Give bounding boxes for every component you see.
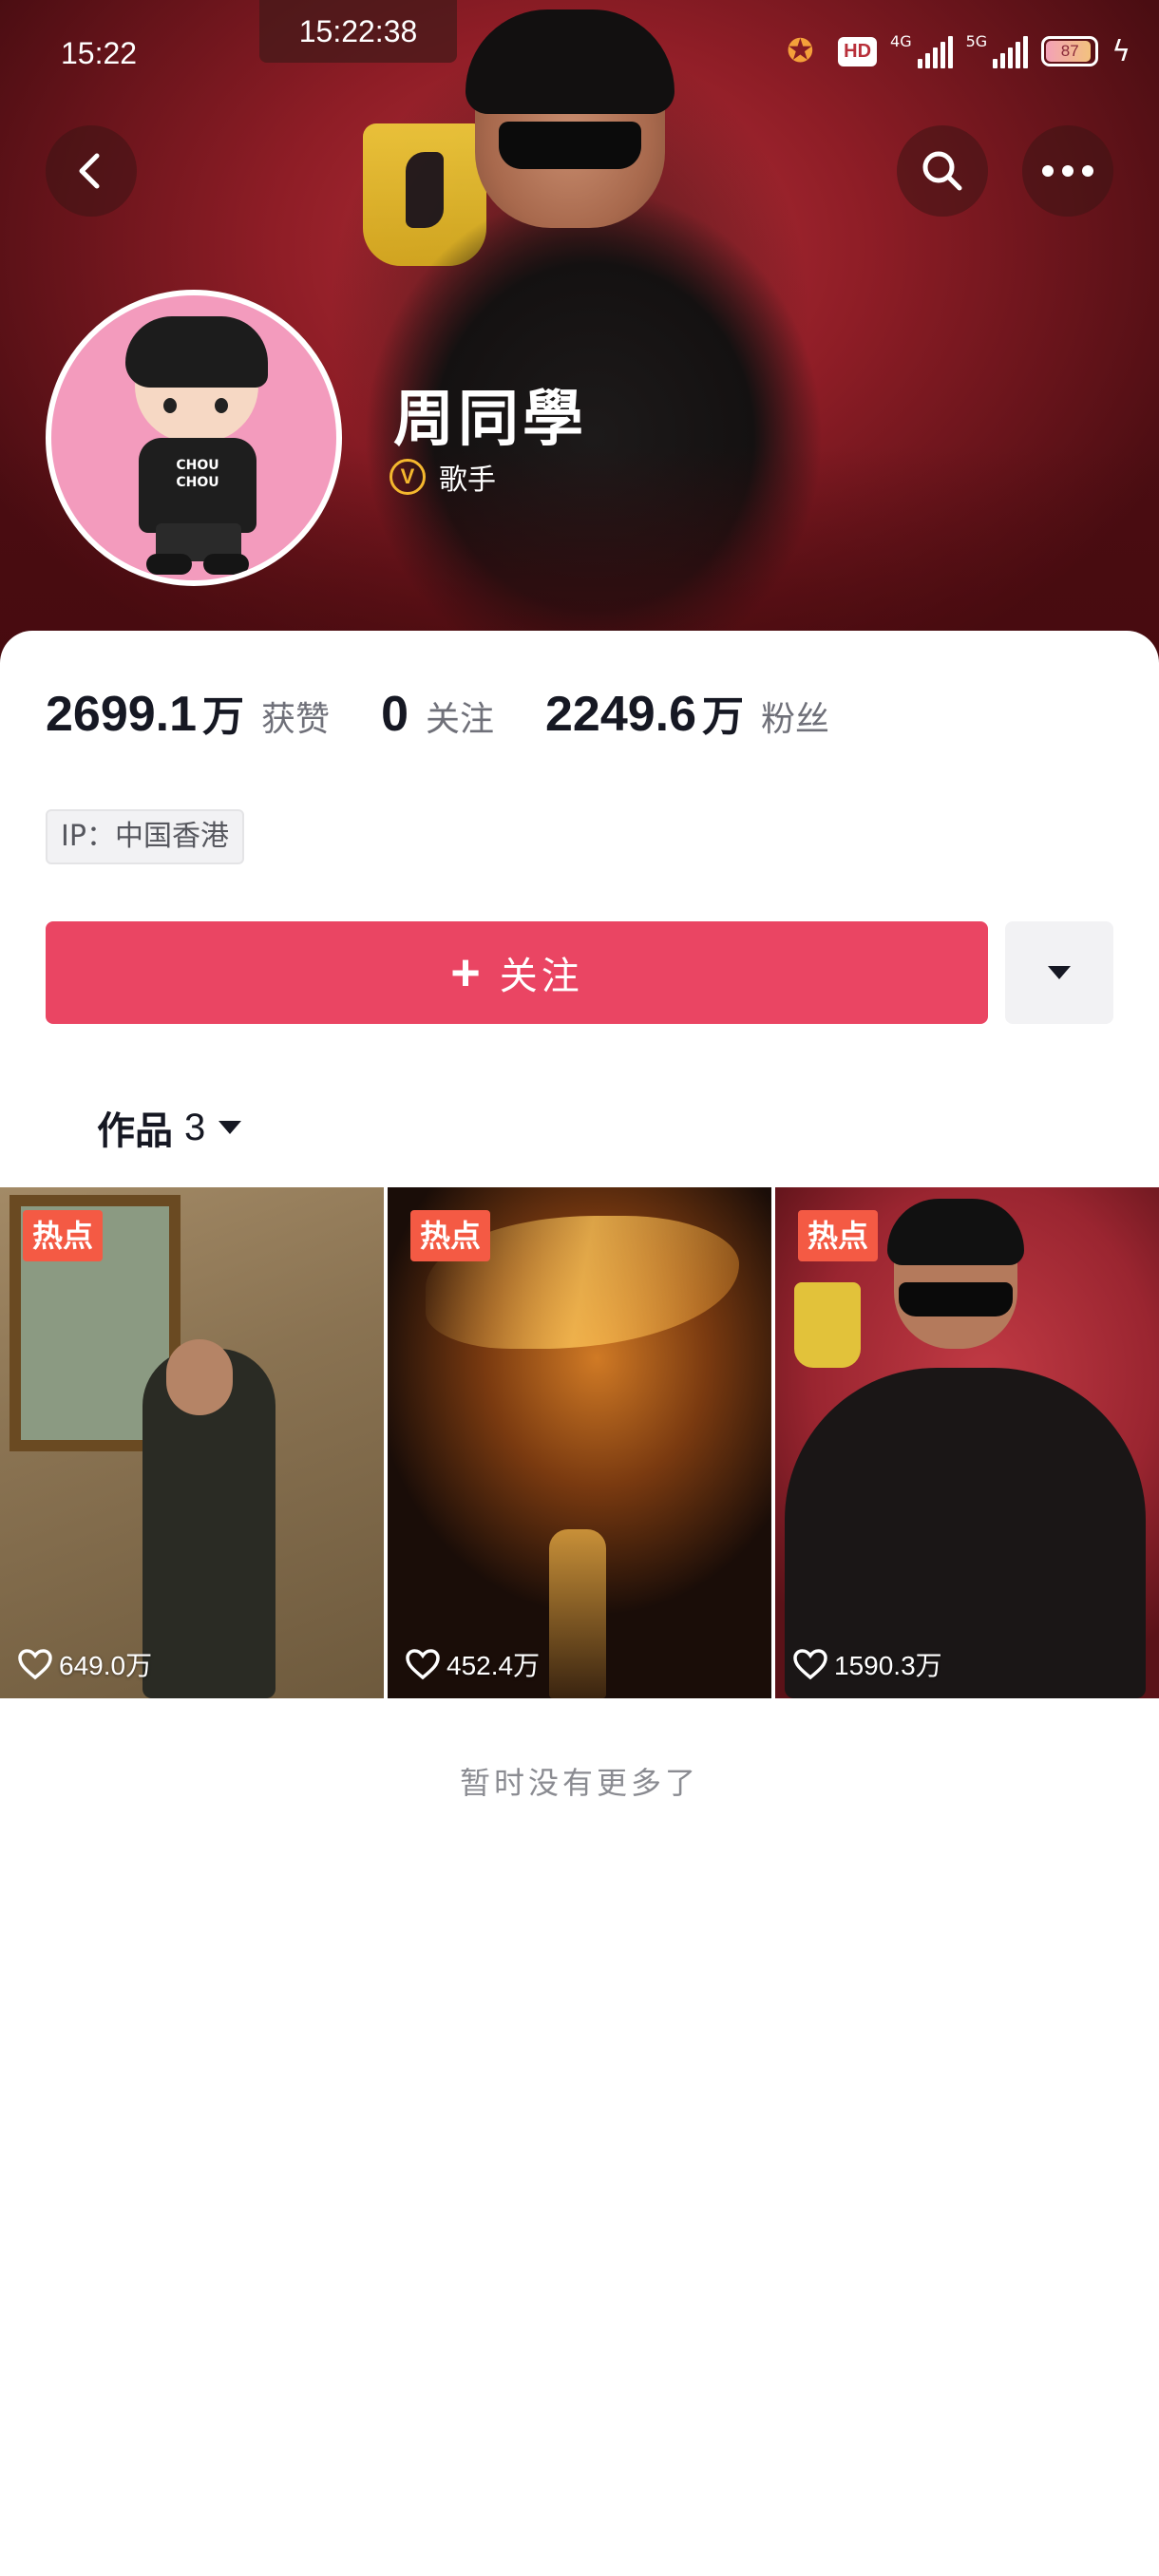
network-label-4g: 4G [890,32,912,50]
profile-stats: 2699.1 万 获赞 0 关注 2249.6 万 粉丝 [46,682,829,743]
following-count[interactable]: 0 [381,686,408,743]
end-of-list-message: 暂时没有更多了 [459,1765,699,1801]
follow-options-button[interactable] [1005,921,1113,1024]
star-icon: ✪ [787,32,814,70]
video-likes-count: 649.0万 [59,1651,153,1680]
status-time: 15:22 [61,36,138,70]
likes-count-unit: 万 [202,692,245,741]
thumbnail-logo-badge [794,1282,861,1368]
video-likes-count: 1590.3万 [834,1651,942,1680]
verified-label: 歌手 [439,464,496,497]
thumbnail-person-hair [887,1199,1024,1265]
caret-down-icon [1048,966,1071,979]
plus-icon: + [450,944,481,1001]
video-likes: 452.4万 [405,1645,540,1683]
works-tab-label: 作品 [97,1109,173,1153]
avatar-figure-eye [215,398,228,413]
profile-name: 周同學 [393,384,587,455]
caret-down-icon [218,1121,242,1134]
cover-person-glasses [499,122,641,169]
more-dots-icon [1042,165,1093,177]
avatar-figure-shoe [203,554,249,575]
video-thumbnail[interactable]: 热点 1590.3万 [775,1187,1159,1698]
ip-location-tag: IP：中国香港 [46,809,244,864]
back-button[interactable] [46,125,137,217]
video-likes-count: 452.4万 [446,1651,541,1680]
status-icons: ✪ HD 4G 5G 87 ϟ [787,32,1130,70]
signal-icon [917,34,953,68]
network-label-5g: 5G [965,32,988,50]
avatar-figure-eye [163,398,177,413]
cover-person-hair [466,9,674,114]
battery-icon: 87 [1041,36,1099,66]
verified-badge-icon: V [390,459,426,495]
avatar[interactable]: CHOU CHOU [46,290,342,586]
video-thumbnail[interactable]: 热点 649.0万 [0,1187,384,1698]
hot-badge: 热点 [798,1210,879,1261]
hot-badge: 热点 [410,1210,491,1261]
avatar-figure-shoe [146,554,192,575]
thumbnail-performer [549,1529,606,1698]
follow-button[interactable]: + 关注 [46,921,988,1024]
signal-icon [993,34,1029,68]
status-clock-overlay: 15:22:38 [259,0,457,63]
chevron-left-icon [79,153,100,189]
hd-icon: HD [838,36,878,66]
heart-icon [18,1649,52,1680]
likes-label: 获赞 [261,700,331,739]
followers-count[interactable]: 2249.6 [545,686,696,743]
verification-row: V 歌手 [390,456,496,498]
thumbnail-person-glasses [899,1282,1013,1316]
charging-icon: ϟ [1112,34,1130,68]
avatar-figure-hair [125,316,268,388]
search-button[interactable] [897,125,988,217]
battery-level: 87 [1060,42,1079,60]
video-thumbnail[interactable]: 热点 452.4万 [388,1187,771,1698]
avatar-shirt-text: CHOU CHOU [176,458,219,490]
following-label[interactable]: 关注 [426,691,494,741]
profile-sheet: 2699.1 万 获赞 0 关注 2249.6 万 粉丝 IP：中国香港 + 关… [0,631,1159,2576]
video-likes: 1590.3万 [792,1645,942,1683]
heart-icon [406,1649,440,1680]
tab-works[interactable]: 作品 3 [97,1100,243,1155]
works-count: 3 [184,1106,206,1148]
search-icon [922,151,962,191]
followers-label[interactable]: 粉丝 [761,691,829,741]
video-grid: 热点 649.0万 热点 452.4万 热点 1590.3万 [0,1187,1159,1698]
likes-count: 2699.1 [46,687,198,742]
heart-icon [793,1649,827,1680]
follow-button-label: 关注 [499,955,583,998]
more-options-button[interactable] [1022,125,1113,217]
thumbnail-person-head [166,1339,233,1415]
hot-badge: 热点 [23,1210,104,1261]
followers-count-unit: 万 [702,692,745,741]
video-likes: 649.0万 [17,1645,152,1683]
